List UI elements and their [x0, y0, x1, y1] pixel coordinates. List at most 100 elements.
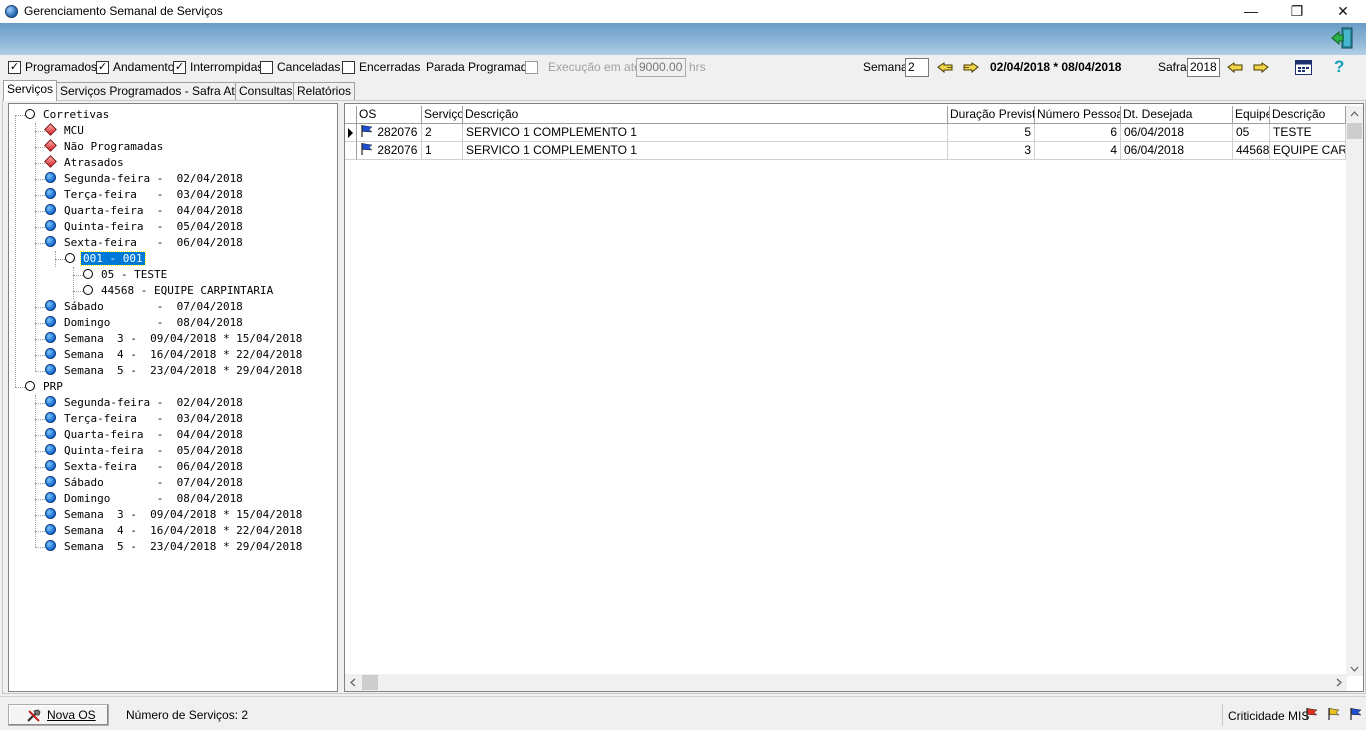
horizontal-scrollbar[interactable]	[345, 674, 1347, 691]
tree-node[interactable]: Domingo - 08/04/2018	[45, 315, 245, 331]
grid-cell[interactable]: SERVICO 1 COMPLEMENTO 1	[463, 124, 948, 142]
grid-cell[interactable]: 5	[948, 124, 1035, 142]
scroll-down-icon[interactable]	[1350, 666, 1359, 672]
grid-cell[interactable]: 282076	[357, 142, 422, 160]
grid-cell[interactable]: 3	[948, 142, 1035, 160]
window-title: Gerenciamento Semanal de Serviços	[24, 4, 223, 18]
tree-node[interactable]: Sábado - 07/04/2018	[45, 299, 245, 315]
tree-node[interactable]: 001 - 001	[65, 251, 146, 267]
grid-header-6[interactable]: Equipe	[1233, 106, 1270, 124]
grid-header-1[interactable]: Serviço	[422, 106, 463, 124]
tree-node-label: Semana 4 - 16/04/2018 * 22/04/2018	[64, 524, 303, 537]
day-node-icon	[45, 412, 56, 423]
tree-node[interactable]: Semana 3 - 09/04/2018 * 15/04/2018	[45, 507, 304, 523]
header-banner	[0, 23, 1366, 55]
grid-cell[interactable]: 1	[422, 142, 463, 160]
tree-node[interactable]: Sexta-feira - 06/04/2018	[45, 235, 245, 251]
andamento-checkbox[interactable]: ✓	[96, 61, 109, 74]
tree-node[interactable]: Domingo - 08/04/2018	[45, 491, 245, 507]
semana-input[interactable]: 2	[905, 58, 929, 77]
tab-servicos[interactable]: Serviços	[3, 80, 58, 101]
scroll-left-icon[interactable]	[350, 678, 356, 687]
tree-node-icon	[83, 269, 93, 279]
previous-safra-hand-icon[interactable]	[1227, 60, 1245, 75]
grid-cell[interactable]: 2	[422, 124, 463, 142]
scroll-up-icon[interactable]	[1350, 111, 1359, 117]
encerradas-checkbox[interactable]	[342, 61, 355, 74]
tree-node[interactable]: Terça-feira - 03/04/2018	[45, 187, 245, 203]
restore-button[interactable]: ❐	[1274, 0, 1320, 23]
programados-checkbox[interactable]: ✓	[8, 61, 21, 74]
row-indicator[interactable]	[345, 124, 357, 142]
tree-node[interactable]: 44568 - EQUIPE CARPINTARIA	[83, 283, 275, 299]
scroll-right-icon[interactable]	[1336, 678, 1342, 687]
tree-node[interactable]: MCU	[44, 123, 86, 139]
tree-node[interactable]: Quarta-feira - 04/04/2018	[45, 203, 245, 219]
grid-cell[interactable]: SERVICO 1 COMPLEMENTO 1	[463, 142, 948, 160]
exit-door-icon[interactable]	[1330, 26, 1354, 50]
grid-header-7[interactable]: Descrição	[1270, 106, 1346, 124]
new-os-button[interactable]: Nova OS	[8, 704, 109, 726]
tree-node[interactable]: Não Programadas	[44, 139, 165, 155]
close-button[interactable]: ✕	[1320, 0, 1366, 23]
tree-node[interactable]: Semana 3 - 09/04/2018 * 15/04/2018	[45, 331, 304, 347]
tree-node[interactable]: Segunda-feira - 02/04/2018	[45, 395, 245, 411]
grid-cell[interactable]: 282076	[357, 124, 422, 142]
minimize-button[interactable]: —	[1228, 0, 1274, 23]
interrompidas-checkbox[interactable]: ✓	[173, 61, 186, 74]
vertical-scrollbar[interactable]	[1346, 106, 1363, 676]
execucao-hours-input[interactable]: 9000.00	[636, 58, 686, 77]
parada-programada-checkbox[interactable]	[525, 61, 538, 74]
grid-header-3[interactable]: Duração Prevista	[948, 106, 1035, 124]
grid-cell[interactable]: 06/04/2018	[1121, 124, 1233, 142]
tree-node[interactable]: Semana 4 - 16/04/2018 * 22/04/2018	[45, 347, 304, 363]
tree-node[interactable]: Sexta-feira - 06/04/2018	[45, 459, 245, 475]
tree-node[interactable]: Semana 4 - 16/04/2018 * 22/04/2018	[45, 523, 304, 539]
tree-node[interactable]: Segunda-feira - 02/04/2018	[45, 171, 245, 187]
tree-node[interactable]: 05 - TESTE	[83, 267, 169, 283]
grid-cell[interactable]: EQUIPE CARP	[1270, 142, 1346, 160]
grid-header-2[interactable]: Descrição	[463, 106, 948, 124]
grid-cell-value: 2	[425, 125, 432, 139]
tree-node[interactable]: Atrasados	[44, 155, 126, 171]
grid-cell[interactable]: 05	[1233, 124, 1270, 142]
horizontal-scroll-thumb[interactable]	[362, 675, 378, 690]
row-indicator[interactable]	[345, 142, 357, 160]
tree-node[interactable]: Semana 5 - 23/04/2018 * 29/04/2018	[45, 539, 304, 555]
grid-cell[interactable]: TESTE	[1270, 124, 1346, 142]
tree-node[interactable]: Terça-feira - 03/04/2018	[45, 411, 245, 427]
tree-node[interactable]: Corretivas	[25, 107, 111, 123]
calendar-icon[interactable]	[1295, 60, 1312, 75]
grid-header-4[interactable]: Número Pessoas	[1035, 106, 1121, 124]
tree-node[interactable]: Semana 5 - 23/04/2018 * 29/04/2018	[45, 363, 304, 379]
tree-node-label: 44568 - EQUIPE CARPINTARIA	[101, 284, 274, 297]
grid-cell[interactable]: 4	[1035, 142, 1121, 160]
tree-node[interactable]: Sábado - 07/04/2018	[45, 475, 245, 491]
day-node-icon	[45, 396, 56, 407]
services-tree[interactable]: Corretivas MCU Não Programadas Atrasados Seg…	[8, 103, 338, 692]
tab-relatorios[interactable]: Relatórios	[293, 82, 356, 100]
tree-node[interactable]: Quarta-feira - 04/04/2018	[45, 427, 245, 443]
grid-header-5[interactable]: Dt. Desejada	[1121, 106, 1233, 124]
grid-cell[interactable]: 6	[1035, 124, 1121, 142]
help-icon[interactable]: ?	[1334, 57, 1344, 77]
next-safra-hand-icon[interactable]	[1251, 60, 1269, 75]
vertical-scroll-thumb[interactable]	[1347, 123, 1362, 139]
safra-input[interactable]: 2018	[1187, 58, 1220, 77]
grid-header-0[interactable]: OS	[357, 106, 422, 124]
grid-cell[interactable]: 44568	[1233, 142, 1270, 160]
tab-servicos-programados[interactable]: Serviços Programados - Safra Atual	[56, 82, 255, 100]
previous-week-hand-icon[interactable]	[937, 60, 955, 75]
canceladas-checkbox[interactable]	[260, 61, 273, 74]
tree-node[interactable]: PRP	[25, 379, 65, 395]
tree-node-label: 001 - 001	[80, 251, 146, 266]
tree-node-label: PRP	[43, 380, 63, 393]
tab-consultas[interactable]: Consultas	[235, 82, 297, 100]
services-grid[interactable]: OS Serviço Descrição Duração Prevista Número…	[344, 103, 1364, 692]
tree-guide	[73, 267, 74, 299]
next-week-hand-icon[interactable]	[961, 60, 979, 75]
tree-node[interactable]: Quinta-feira - 05/04/2018	[45, 219, 245, 235]
grid-cell[interactable]: 06/04/2018	[1121, 142, 1233, 160]
tree-node[interactable]: Quinta-feira - 05/04/2018	[45, 443, 245, 459]
app-icon	[5, 5, 18, 18]
